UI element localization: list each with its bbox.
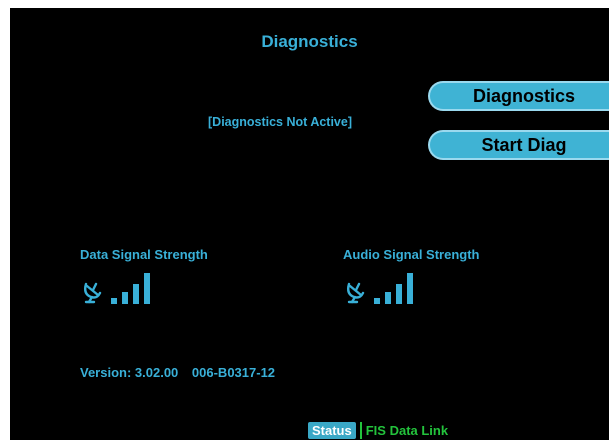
satellite-dish-icon <box>83 282 102 304</box>
start-diag-button[interactable]: Start Diag <box>428 130 609 160</box>
signal-bar-3 <box>396 284 402 304</box>
data-signal-label: Data Signal Strength <box>80 247 208 262</box>
signal-bar-4 <box>144 273 150 304</box>
signal-bar-3 <box>133 284 139 304</box>
signal-bar-1 <box>374 298 380 304</box>
data-signal-indicator <box>81 272 153 306</box>
version-info: Version: 3.02.00 006-B0317-12 <box>80 365 275 380</box>
status-divider <box>359 422 362 439</box>
audio-signal-label: Audio Signal Strength <box>343 247 480 262</box>
satellite-dish-icon <box>346 282 365 304</box>
signal-bar-4 <box>407 273 413 304</box>
page-title: Diagnostics <box>261 32 358 51</box>
page-status-bar: Status FIS Data Link <box>308 421 448 440</box>
signal-bar-1 <box>111 298 117 304</box>
diagnostics-status-text: [Diagnostics Not Active] <box>208 115 353 129</box>
part-number: 006-B0317-12 <box>191 365 276 380</box>
diagnostics-screen: Diagnostics Diagnostics [Diagnostics Not… <box>10 8 609 440</box>
version-label: Version: 3.02.00 <box>80 365 179 380</box>
diagnostics-button[interactable]: Diagnostics <box>428 81 609 111</box>
status-tab[interactable]: Status <box>308 422 356 439</box>
signal-bar-2 <box>385 292 391 304</box>
audio-signal-indicator <box>344 272 416 306</box>
page-name-label: FIS Data Link <box>365 423 449 438</box>
signal-bar-2 <box>122 292 128 304</box>
